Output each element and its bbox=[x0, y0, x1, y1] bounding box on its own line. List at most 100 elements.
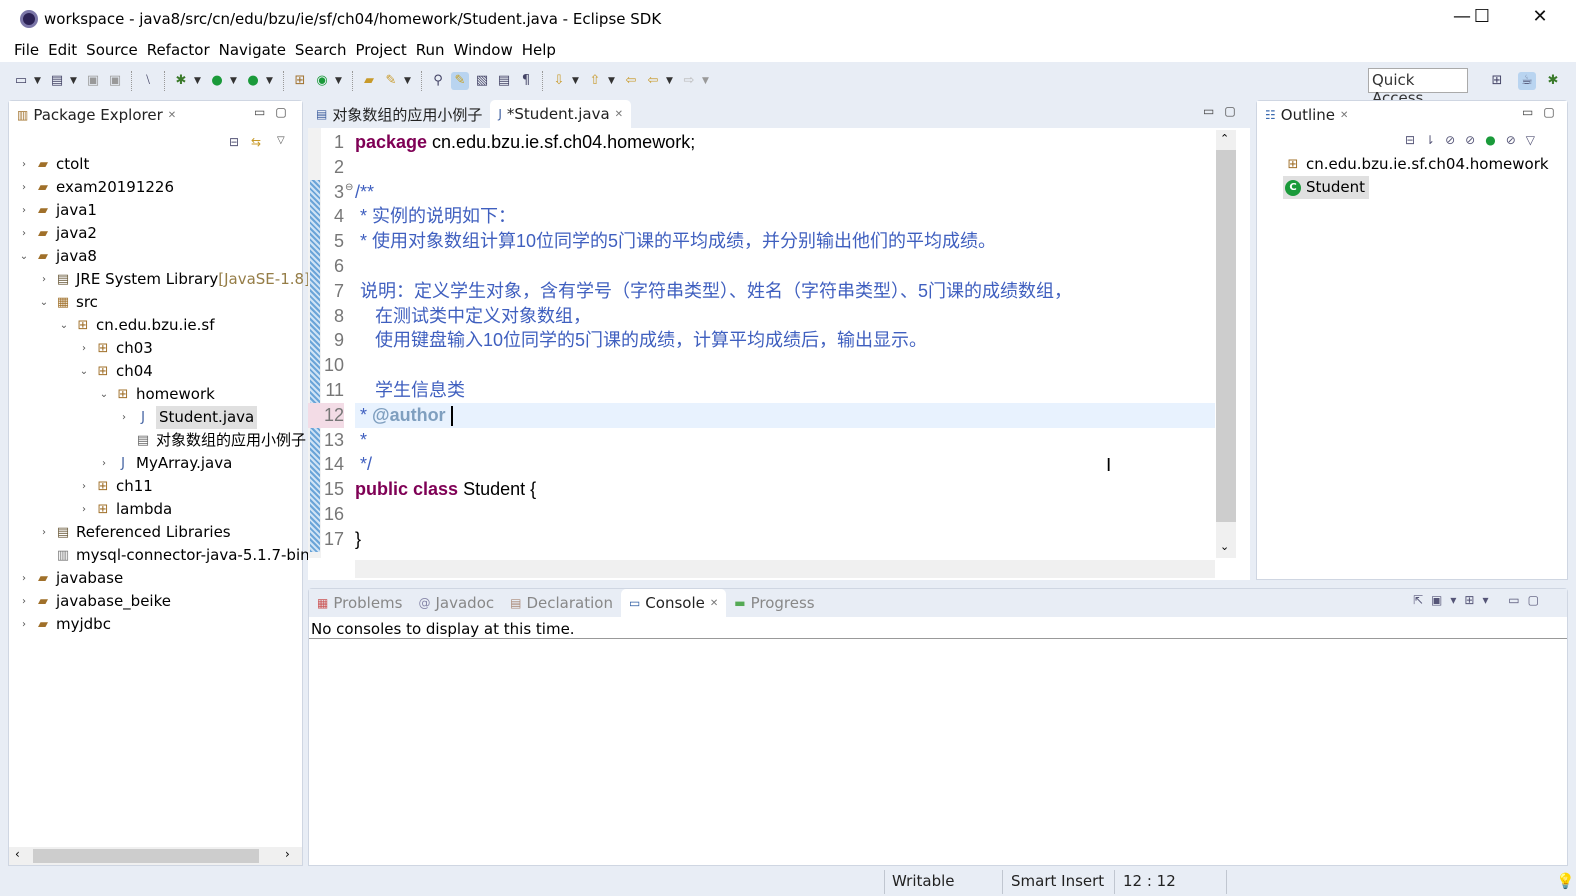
expand-chevron-icon[interactable]: ⌄ bbox=[77, 360, 91, 383]
scroll-up-icon[interactable]: ⌃ bbox=[1220, 132, 1229, 145]
run-dropdown-icon[interactable]: ▼ bbox=[230, 76, 240, 86]
tree-item[interactable]: › ▰ javabase_beike bbox=[17, 590, 171, 613]
expand-chevron-icon[interactable]: › bbox=[17, 199, 31, 222]
tree-item[interactable]: › ▰ myjdbc bbox=[17, 613, 111, 636]
tree-item[interactable]: › ▰ javabase bbox=[17, 567, 123, 590]
code-line[interactable]: 13 * bbox=[308, 428, 1216, 453]
search-dropdown-icon[interactable]: ▼ bbox=[404, 76, 414, 86]
expand-chevron-icon[interactable]: › bbox=[77, 498, 91, 521]
tree-item[interactable]: › ⊞ ch03 bbox=[77, 337, 153, 360]
menu-search[interactable]: Search bbox=[295, 41, 347, 59]
outline-item-package[interactable]: ⊞ cn.edu.bzu.ie.sf.ch04.homework bbox=[1285, 153, 1549, 176]
tree-item[interactable]: › J Student.java bbox=[117, 406, 258, 429]
menu-navigate[interactable]: Navigate bbox=[219, 41, 286, 59]
next-annotation-icon[interactable]: ⇩ bbox=[550, 72, 568, 90]
code-line[interactable]: 5 * 使用对象数组计算10位同学的5门课的平均成绩，并分别输出他们的平均成绩。 bbox=[308, 229, 1216, 254]
show-source-icon[interactable]: ▤ bbox=[495, 72, 513, 90]
bottom-tab-javadoc[interactable]: @ Javadoc bbox=[410, 589, 502, 617]
open-type-icon[interactable]: ▰ bbox=[360, 72, 378, 90]
previous-annotation-icon[interactable]: ⇧ bbox=[586, 72, 604, 90]
quick-access-input[interactable]: Quick Access bbox=[1368, 68, 1468, 107]
close-tab-icon[interactable]: ✕ bbox=[710, 598, 718, 609]
bottom-tab-problems[interactable]: ▦ Problems bbox=[309, 589, 410, 617]
tree-item[interactable]: › ▰ exam20191226 bbox=[17, 176, 174, 199]
expand-chevron-icon[interactable]: › bbox=[97, 452, 111, 475]
code-line[interactable]: 15 public class Student { bbox=[308, 477, 1216, 502]
expand-chevron-icon[interactable]: › bbox=[17, 176, 31, 199]
expand-chevron-icon[interactable]: › bbox=[37, 268, 51, 291]
code-line[interactable]: 7 说明：定义学生对象，含有学号（字符串类型）、姓名（字符串类型）、5门课的成绩… bbox=[308, 279, 1216, 304]
editor-tab[interactable]: ▤ 对象数组的应用小例子 bbox=[308, 100, 490, 128]
tree-item[interactable]: ⌄ ⊞ cn.edu.bzu.ie.sf bbox=[57, 314, 215, 337]
expand-chevron-icon[interactable]: › bbox=[17, 153, 31, 176]
expand-chevron-icon[interactable]: › bbox=[77, 337, 91, 360]
code-line[interactable]: 4 * 实例的说明如下： bbox=[308, 204, 1216, 229]
outline-toolbar[interactable]: ⊟⇂⊘⊘●⊘▽ bbox=[1405, 133, 1545, 147]
expand-chevron-icon[interactable]: ⌄ bbox=[97, 383, 111, 406]
previous-annotation-dropdown-icon[interactable]: ▼ bbox=[608, 76, 618, 86]
tree-item[interactable]: › J MyArray.java bbox=[97, 452, 232, 475]
close-button[interactable]: ✕ bbox=[1520, 6, 1560, 32]
new-class-icon[interactable]: ▤ bbox=[48, 72, 66, 90]
lightbulb-icon[interactable]: 💡 bbox=[1556, 872, 1575, 890]
bottom-tab-progress[interactable]: ▬ Progress bbox=[726, 589, 822, 617]
menu-help[interactable]: Help bbox=[522, 41, 556, 59]
tree-item[interactable]: › ⊞ lambda bbox=[77, 498, 172, 521]
close-tab-icon[interactable]: ✕ bbox=[615, 109, 623, 120]
new-icon[interactable]: ▭ bbox=[12, 72, 30, 90]
expand-chevron-icon[interactable]: › bbox=[17, 222, 31, 245]
outline-minimize-maximize-icons[interactable]: ▭▢ bbox=[1522, 105, 1565, 119]
code-line[interactable]: 8 在测试类中定义对象数组， bbox=[308, 304, 1216, 329]
tree-item[interactable]: ▤ 对象数组的应用小例子 bbox=[117, 429, 306, 452]
expand-chevron-icon[interactable]: ⌄ bbox=[37, 291, 51, 314]
expand-chevron-icon[interactable]: › bbox=[17, 567, 31, 590]
editor-tab[interactable]: J *Student.java ✕ bbox=[490, 100, 632, 128]
code-line[interactable]: 14 */ bbox=[308, 452, 1216, 477]
back-dropdown-icon[interactable]: ▼ bbox=[666, 76, 676, 86]
menu-project[interactable]: Project bbox=[355, 41, 406, 59]
new-class-wizard-dropdown-icon[interactable]: ▼ bbox=[335, 76, 345, 86]
code-line[interactable]: 10 bbox=[308, 353, 1216, 378]
maximize-button[interactable]: ☐ bbox=[1462, 6, 1502, 32]
expand-chevron-icon[interactable]: ⌄ bbox=[57, 314, 71, 337]
forward-icon[interactable]: ⇨ bbox=[680, 72, 698, 90]
outline-item-class[interactable]: C Student bbox=[1283, 176, 1370, 199]
code-line[interactable]: 1 package cn.edu.bzu.ie.sf.ch04.homework; bbox=[308, 130, 1216, 155]
tree-item[interactable]: ⌄ ⊞ homework bbox=[97, 383, 215, 406]
editor-minimize-maximize-icons[interactable]: ▭▢ bbox=[1203, 104, 1246, 118]
menu-refactor[interactable]: Refactor bbox=[147, 41, 210, 59]
new-package-icon[interactable]: ⊞ bbox=[291, 72, 309, 90]
tree-item[interactable]: › ▰ java1 bbox=[17, 199, 97, 222]
view-menu-icon[interactable]: ▽ bbox=[277, 135, 285, 146]
code-line[interactable]: 12 * @author bbox=[308, 402, 1216, 428]
expand-chevron-icon[interactable]: › bbox=[37, 521, 51, 544]
new-class-wizard-icon[interactable]: ◉ bbox=[313, 72, 331, 90]
code-line[interactable]: 11 学生信息类 bbox=[308, 378, 1216, 403]
code-line[interactable]: 9 使用键盘输入10位同学的5门课的成绩，计算平均成绩后，输出显示。 bbox=[308, 328, 1216, 353]
close-tab-icon[interactable]: ✕ bbox=[168, 110, 176, 121]
tree-item[interactable]: ⌄ ▦ src bbox=[37, 291, 98, 314]
coverage-icon[interactable]: ● bbox=[244, 72, 262, 90]
open-perspective-icon[interactable]: ⊞ bbox=[1488, 72, 1506, 90]
expand-chevron-icon[interactable]: › bbox=[17, 613, 31, 636]
new-dropdown-icon[interactable]: ▼ bbox=[34, 76, 44, 86]
tab-package-explorer[interactable]: ▥ Package Explorer ✕ bbox=[9, 101, 185, 129]
toggle-breadcrumb-icon[interactable]: ⚲ bbox=[429, 72, 447, 90]
search-icon[interactable]: ✎ bbox=[382, 72, 400, 90]
menu-file[interactable]: File bbox=[14, 41, 39, 59]
block-selection-icon[interactable]: ▧ bbox=[473, 72, 491, 90]
code-line[interactable]: 17} bbox=[308, 527, 1216, 552]
debug-perspective-icon[interactable]: ✱ bbox=[1544, 72, 1562, 90]
menu-source[interactable]: Source bbox=[86, 41, 138, 59]
fold-collapse-icon[interactable]: ⊖ bbox=[345, 182, 353, 193]
code-line[interactable]: 6 bbox=[308, 254, 1216, 279]
expand-chevron-icon[interactable]: ⌄ bbox=[17, 245, 31, 268]
bottom-tab-console[interactable]: ▭ Console ✕ bbox=[620, 589, 727, 617]
tree-item[interactable]: ⌄ ⊞ ch04 bbox=[77, 360, 153, 383]
close-tab-icon[interactable]: ✕ bbox=[1340, 110, 1348, 121]
debug-icon[interactable]: ✱ bbox=[172, 72, 190, 90]
save-icon[interactable]: ▣ bbox=[84, 72, 102, 90]
editor-horizontal-scrollbar[interactable] bbox=[355, 560, 1215, 578]
tab-outline[interactable]: ☷ Outline ✕ bbox=[1257, 101, 1357, 129]
show-whitespace-icon[interactable]: ¶ bbox=[517, 72, 535, 90]
